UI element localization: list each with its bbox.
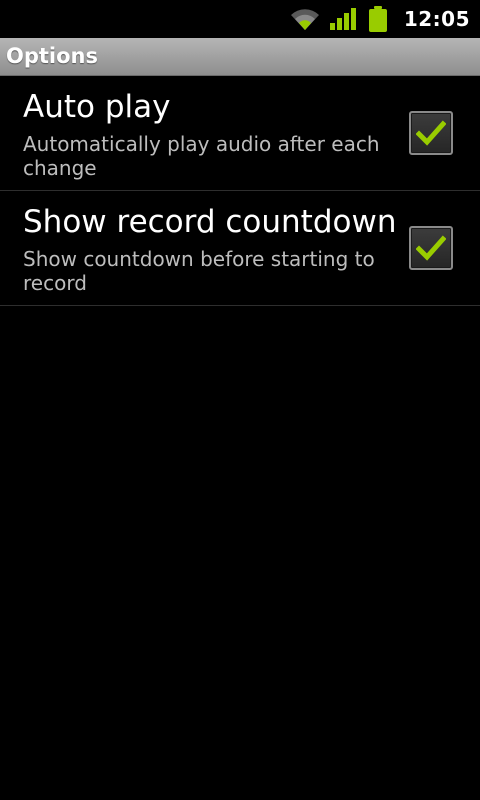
wifi-icon (290, 9, 319, 30)
pref-summary: Automatically play audio after each chan… (23, 132, 380, 180)
title-bar: Options (0, 38, 480, 76)
pref-item-show-record-countdown[interactable]: Show record countdown Show countdown bef… (0, 191, 480, 306)
status-clock: 12:05 (403, 7, 470, 31)
status-bar: 12:05 (0, 0, 480, 38)
show-record-countdown-checkbox[interactable] (409, 226, 453, 270)
preference-list: Auto play Automatically play audio after… (0, 76, 480, 306)
checkmark-icon (416, 120, 446, 146)
pref-title: Auto play (23, 89, 171, 125)
checkmark-icon (416, 235, 446, 261)
pref-summary: Show countdown before starting to record (23, 247, 375, 295)
page-title: Options (6, 44, 98, 68)
pref-title: Show record countdown (23, 204, 397, 240)
auto-play-checkbox[interactable] (409, 111, 453, 155)
signal-icon (329, 8, 356, 30)
battery-icon (368, 6, 387, 32)
pref-item-auto-play[interactable]: Auto play Automatically play audio after… (0, 76, 480, 191)
status-icons: 12:05 (290, 0, 470, 38)
